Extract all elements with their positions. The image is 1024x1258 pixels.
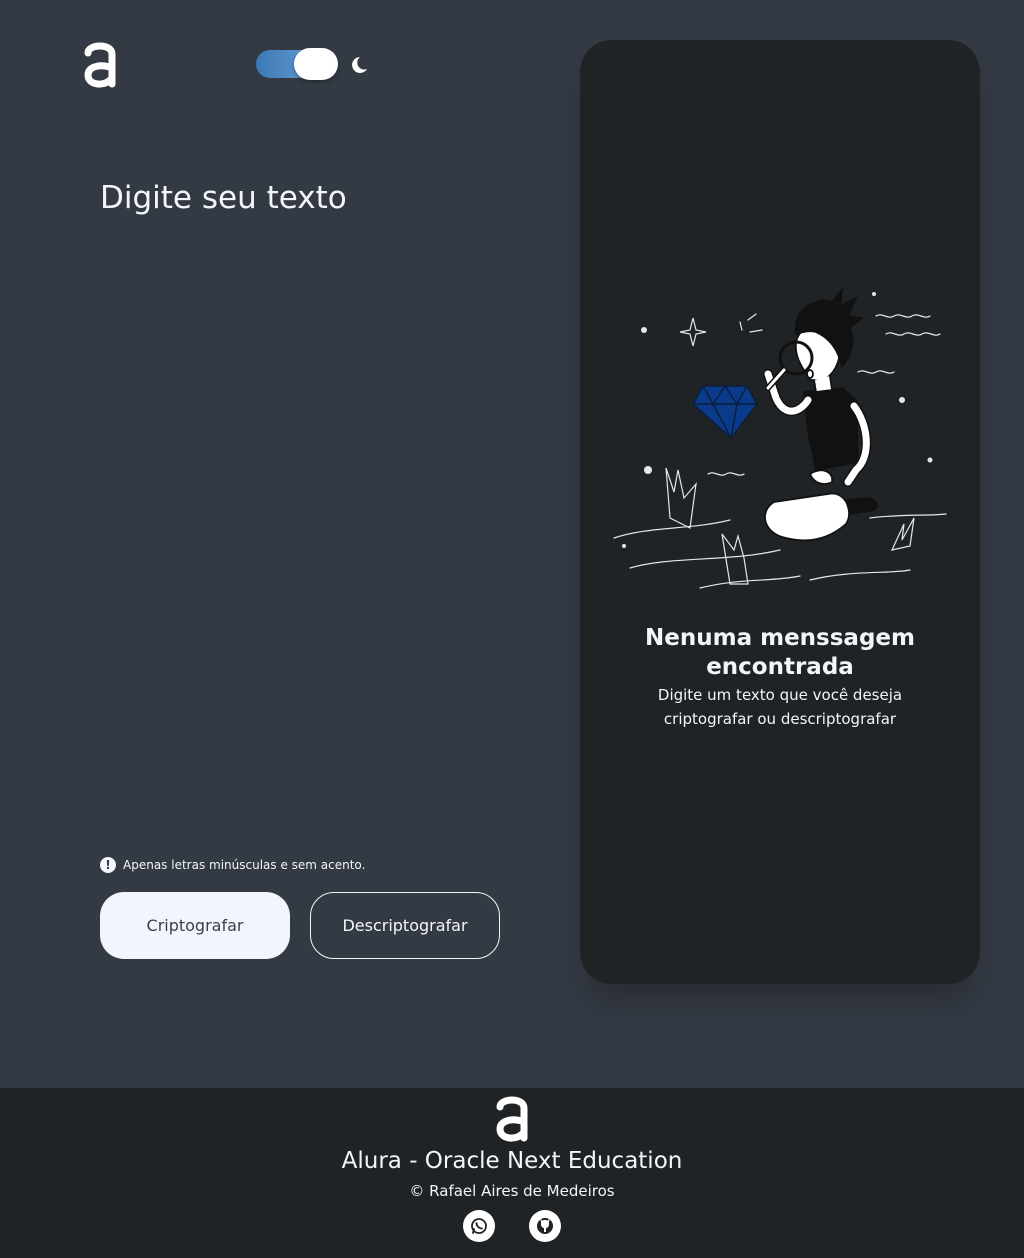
- footer-copyright: © Rafael Aires de Medeiros: [409, 1182, 615, 1200]
- footer-title: Alura - Oracle Next Education: [341, 1148, 683, 1174]
- boy-with-magnifying-glass-diamond-illustration: [613, 288, 947, 589]
- exclamation-circle-icon: !: [100, 857, 116, 873]
- footer: Alura - Oracle Next Education © Rafael A…: [0, 1088, 1024, 1258]
- theme-toggle[interactable]: [256, 48, 338, 80]
- decrypt-button[interactable]: Descriptografar: [310, 892, 500, 959]
- input-hint: ! Apenas letras minúsculas e sem acento.: [100, 856, 365, 874]
- github-icon: [537, 1218, 553, 1234]
- message-input[interactable]: [100, 178, 540, 818]
- alura-logo-icon: [496, 1096, 528, 1142]
- toggle-knob: [294, 48, 338, 80]
- encrypt-button[interactable]: Criptografar: [100, 892, 290, 959]
- output-panel: Nenuma menssagem encontrada Digite um te…: [580, 40, 980, 984]
- whatsapp-link[interactable]: [463, 1210, 495, 1242]
- output-description: Digite um texto que você deseja criptogr…: [657, 686, 903, 728]
- whatsapp-icon: [471, 1218, 487, 1234]
- hint-text: Apenas letras minúsculas e sem acento.: [123, 858, 366, 872]
- github-link[interactable]: [529, 1210, 561, 1242]
- output-title: Nenuma menssagem encontrada: [645, 625, 915, 680]
- moon-icon: [352, 57, 367, 73]
- alura-logo-icon[interactable]: [82, 40, 118, 90]
